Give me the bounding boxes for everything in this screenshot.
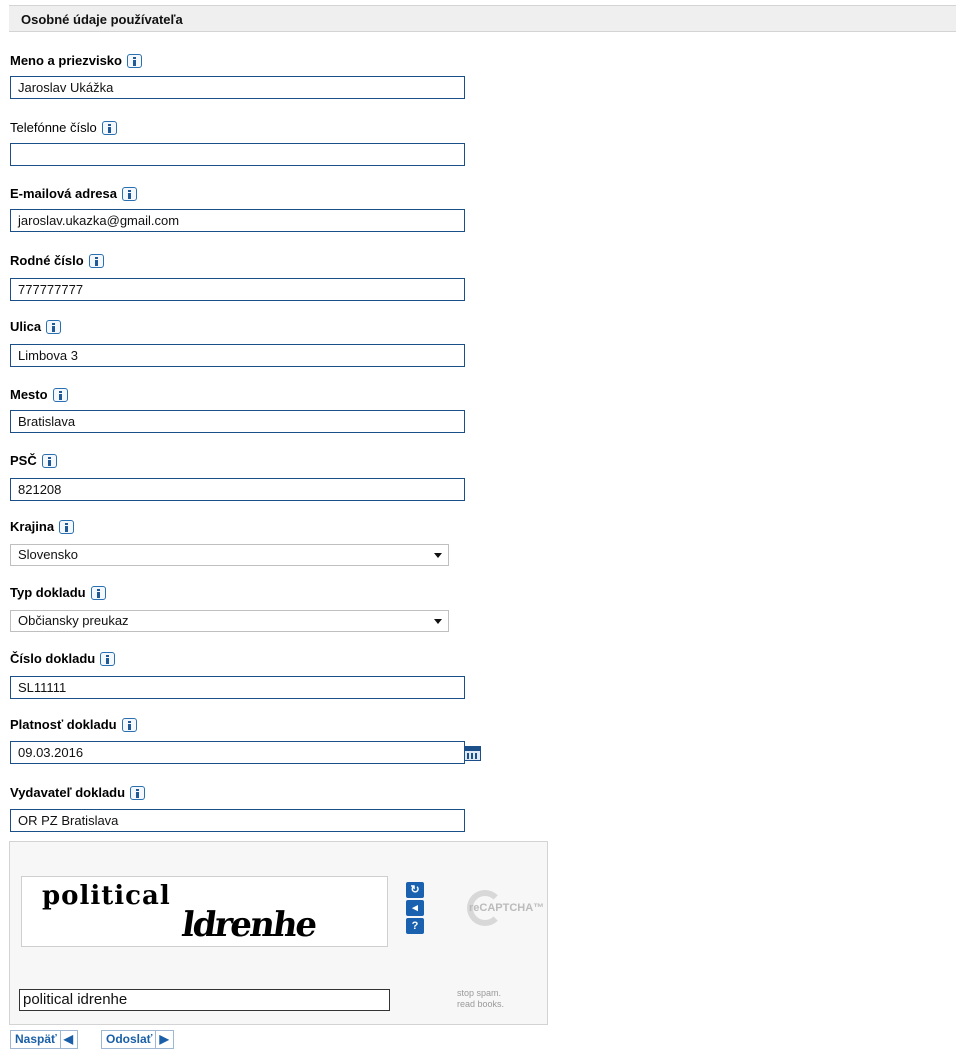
chevron-down-icon [434, 553, 442, 558]
field-country: Krajina Slovensko [10, 518, 480, 566]
field-name: Meno a priezvisko Jaroslav Ukážka [10, 52, 480, 99]
audio-icon[interactable]: ◂ [406, 900, 424, 916]
field-zip: PSČ 821208 [10, 452, 480, 501]
phone-label: Telefónne číslo [10, 119, 97, 135]
recaptcha-logo: reCAPTCHA™ [455, 884, 545, 938]
info-icon[interactable] [41, 453, 57, 468]
section-title: Osobné údaje používateľa [21, 12, 183, 27]
submit-button[interactable]: Odoslať ▶ [101, 1030, 174, 1049]
doc-type-select[interactable]: Občiansky preukaz [10, 610, 449, 632]
field-birth-number: Rodné číslo 777777777 [10, 252, 480, 301]
field-email: E-mailová adresa jaroslav.ukazka@gmail.c… [10, 185, 480, 232]
arrow-left-icon: ◀ [59, 1031, 73, 1048]
captcha-word-1: political [42, 881, 171, 911]
doc-issuer-label: Vydavateľ dokladu [10, 784, 126, 800]
field-doc-type: Typ dokladu Občiansky preukaz [10, 584, 480, 632]
doc-number-input[interactable]: SL11111 [10, 676, 465, 699]
doc-validity-label: Platnosť dokladu [10, 716, 117, 732]
info-icon[interactable] [121, 186, 137, 201]
info-icon[interactable] [101, 120, 117, 135]
info-icon[interactable] [126, 53, 142, 68]
info-icon[interactable] [59, 519, 75, 534]
birth-number-input[interactable]: 777777777 [10, 278, 465, 301]
back-button-label: Naspäť [15, 1032, 57, 1046]
info-icon[interactable] [88, 253, 104, 268]
name-label: Meno a priezvisko [10, 52, 122, 68]
calendar-icon[interactable] [464, 746, 481, 761]
recaptcha-widget: political ldrenhe ↻ ◂ ? reCAPTCHA™ polit… [9, 841, 548, 1025]
field-phone: Telefónne číslo [10, 119, 480, 166]
doc-type-selected-value: Občiansky preukaz [18, 613, 129, 628]
submit-button-label: Odoslať [106, 1032, 153, 1046]
field-city: Mesto Bratislava [10, 386, 480, 433]
phone-input[interactable] [10, 143, 465, 166]
recaptcha-tagline: stop spam. read books. [457, 988, 504, 1010]
field-street: Ulica Limbova 3 [10, 318, 480, 367]
tagline-line-1: stop spam. [457, 988, 502, 998]
field-doc-number: Číslo dokladu SL11111 [10, 650, 480, 699]
info-icon[interactable] [121, 717, 137, 732]
info-icon[interactable] [52, 387, 68, 402]
street-input[interactable]: Limbova 3 [10, 344, 465, 367]
city-label: Mesto [10, 386, 48, 402]
country-label: Krajina [10, 518, 55, 534]
back-button[interactable]: Naspäť ◀ [10, 1030, 78, 1049]
arrow-right-icon: ▶ [155, 1031, 169, 1048]
info-icon[interactable] [130, 785, 146, 800]
info-icon[interactable] [46, 319, 62, 334]
section-header: Osobné údaje používateľa [9, 5, 956, 32]
info-icon[interactable] [90, 585, 106, 600]
country-selected-value: Slovensko [18, 547, 78, 562]
email-label: E-mailová adresa [10, 185, 117, 201]
help-icon[interactable]: ? [406, 918, 424, 934]
doc-type-label: Typ dokladu [10, 584, 86, 600]
doc-issuer-input[interactable]: OR PZ Bratislava [10, 809, 465, 832]
street-label: Ulica [10, 318, 42, 334]
zip-input[interactable]: 821208 [10, 478, 465, 501]
captcha-word-2: ldrenhe [179, 905, 319, 945]
field-doc-issuer: Vydavateľ dokladu OR PZ Bratislava [10, 784, 480, 832]
city-input[interactable]: Bratislava [10, 410, 465, 433]
name-input[interactable]: Jaroslav Ukážka [10, 76, 465, 99]
info-icon[interactable] [100, 651, 116, 666]
country-select[interactable]: Slovensko [10, 544, 449, 566]
captcha-response-input[interactable]: political idrenhe [19, 989, 390, 1011]
captcha-image: political ldrenhe [21, 876, 388, 947]
email-input[interactable]: jaroslav.ukazka@gmail.com [10, 209, 465, 232]
recaptcha-logo-text: reCAPTCHA™ [469, 902, 545, 914]
birth-number-label: Rodné číslo [10, 252, 84, 268]
doc-number-label: Číslo dokladu [10, 650, 96, 666]
doc-validity-input[interactable]: 09.03.2016 [10, 741, 465, 764]
zip-label: PSČ [10, 452, 37, 468]
refresh-icon[interactable]: ↻ [406, 882, 424, 898]
chevron-down-icon [434, 619, 442, 624]
field-doc-validity: Platnosť dokladu 09.03.2016 [10, 716, 481, 764]
tagline-line-2: read books. [457, 999, 505, 1009]
